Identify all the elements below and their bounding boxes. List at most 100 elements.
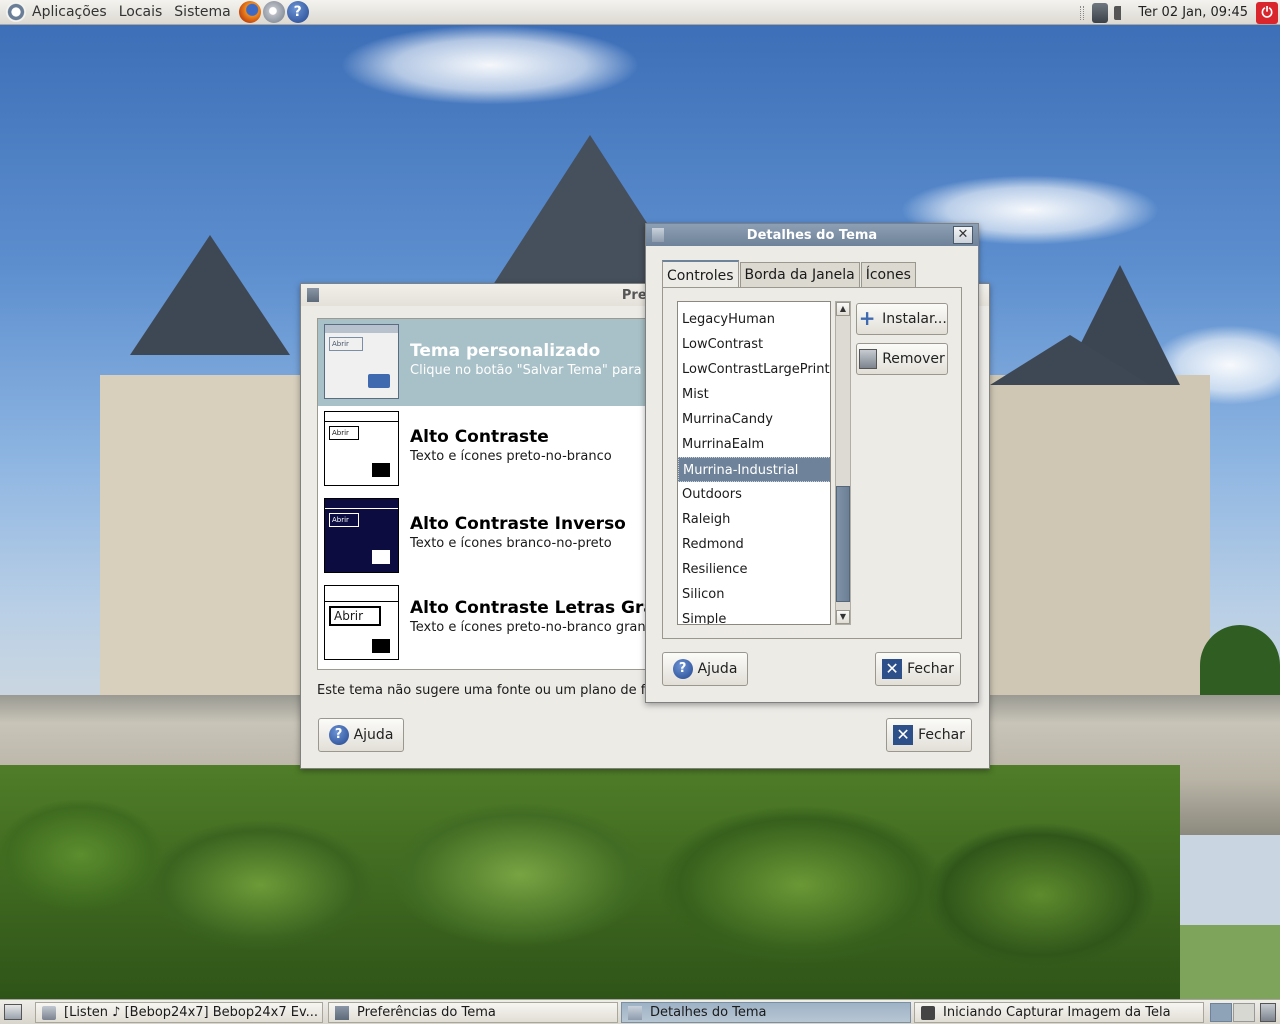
close-button-label: Fechar: [918, 727, 965, 743]
folder-icon: [368, 374, 390, 388]
list-item-selected[interactable]: Murrina-Industrial: [678, 457, 830, 482]
list-item[interactable]: Redmond: [678, 532, 830, 557]
list-item[interactable]: LowContrastLargePrint: [678, 357, 830, 382]
window-menu-icon[interactable]: [652, 228, 664, 242]
listen-icon: [42, 1005, 56, 1020]
top-panel: Aplicações Locais Sistema ? Ter 02 Jan, …: [0, 0, 1280, 25]
menu-sistema[interactable]: Sistema: [168, 0, 236, 25]
task-label: [Listen ♪ [Bebop24x7] Bebop24x7 Ev...: [64, 1005, 319, 1020]
list-item[interactable]: LowContrast: [678, 332, 830, 357]
workspace-1[interactable]: [1210, 1003, 1232, 1022]
help-button-label: Ajuda: [697, 661, 738, 677]
theme-name: Alto Contraste: [410, 427, 549, 447]
remove-button[interactable]: Remover: [856, 343, 948, 375]
remove-button-label: Remover: [882, 351, 945, 367]
folder-icon: [372, 550, 390, 564]
firefox-icon[interactable]: [238, 1, 261, 23]
theme-thumbnail: Abrir: [324, 585, 399, 660]
list-item[interactable]: LegacyHuman: [678, 307, 830, 332]
volume-icon[interactable]: [1114, 5, 1133, 20]
evolution-icon[interactable]: [262, 1, 285, 23]
task-capturar-imagem[interactable]: Iniciando Capturar Imagem da Tela: [914, 1002, 1204, 1023]
theme-description: Clique no botão "Salvar Tema" para s: [410, 363, 653, 378]
thumbnail-label: Abrir: [329, 606, 381, 626]
list-item[interactable]: Simple: [678, 607, 830, 624]
list-item[interactable]: Silicon: [678, 582, 830, 607]
theme-thumbnail: Abrir: [324, 498, 399, 573]
bottom-panel: [Listen ♪ [Bebop24x7] Bebop24x7 Ev... Pr…: [0, 999, 1280, 1024]
thumbnail-label: Abrir: [329, 337, 363, 351]
theme-row-alto-contraste-letras-grandes[interactable]: Abrir Alto Contraste Letras Gran Texto e…: [318, 580, 676, 667]
window-menu-icon[interactable]: [307, 288, 319, 302]
theme-row-alto-contraste[interactable]: Abrir Alto Contraste Texto e ícones pret…: [318, 406, 676, 493]
trash-icon: [859, 349, 878, 369]
list-item[interactable]: Raleigh: [678, 507, 830, 532]
trash-icon[interactable]: [1260, 1003, 1276, 1022]
theme-window-icon: [628, 1005, 642, 1020]
scroll-thumb[interactable]: [836, 486, 850, 602]
task-label: Detalhes do Tema: [650, 1005, 767, 1020]
task-label: Preferências do Tema: [357, 1005, 496, 1020]
power-icon[interactable]: ⏻: [1256, 1, 1278, 24]
thumbnail-label: Abrir: [329, 513, 359, 527]
help-icon[interactable]: ?: [286, 1, 309, 23]
task-detalhes-do-tema[interactable]: Detalhes do Tema: [621, 1002, 911, 1023]
task-label: Iniciando Capturar Imagem da Tela: [943, 1005, 1171, 1020]
close-icon: ✕: [882, 659, 903, 679]
help-icon: ?: [672, 659, 693, 679]
show-desktop-icon[interactable]: [4, 1004, 22, 1020]
tab-controles[interactable]: Controles: [662, 260, 739, 288]
theme-details-window: Detalhes do Tema ✕ Controles Borda da Ja…: [645, 223, 979, 703]
theme-description: Texto e ícones preto-no-branco: [410, 449, 612, 464]
ubuntu-logo-icon[interactable]: [6, 2, 26, 22]
help-button[interactable]: ? Ajuda: [318, 718, 404, 752]
menu-locais[interactable]: Locais: [113, 0, 169, 25]
theme-description: Texto e ícones preto-no-branco grand: [410, 620, 654, 635]
theme-thumbnail: Abrir: [324, 411, 399, 486]
close-button[interactable]: ✕ Fechar: [886, 718, 972, 752]
thumbnail-label: Abrir: [329, 426, 359, 440]
list-item[interactable]: MurrinaCandy: [678, 407, 830, 432]
menu-aplicacoes[interactable]: Aplicações: [26, 0, 113, 25]
theme-footer-text: Este tema não sugere uma fonte ou um pla…: [317, 683, 654, 698]
camera-icon: [921, 1005, 935, 1020]
task-listen[interactable]: [Listen ♪ [Bebop24x7] Bebop24x7 Ev...: [35, 1002, 323, 1023]
scroll-down-button[interactable]: ▼: [836, 610, 850, 624]
tab-borda-da-janela[interactable]: Borda da Janela: [739, 262, 860, 288]
list-item[interactable]: MurrinaEalm: [678, 432, 830, 457]
folder-icon: [372, 463, 390, 477]
clock[interactable]: Ter 02 Jan, 09:45: [1132, 5, 1254, 20]
details-help-button[interactable]: ? Ajuda: [662, 652, 748, 686]
theme-details-titlebar[interactable]: Detalhes do Tema ✕: [646, 224, 978, 246]
help-icon: ?: [328, 725, 349, 745]
tab-icones[interactable]: Ícones: [860, 262, 916, 288]
theme-name: Tema personalizado: [410, 341, 601, 361]
controls-theme-list[interactable]: LegacyHuman LowContrast LowContrastLarge…: [677, 301, 831, 625]
list-item[interactable]: Mist: [678, 382, 830, 407]
plus-icon: +: [858, 306, 876, 330]
theme-name: Alto Contraste Letras Gran: [410, 598, 667, 618]
task-preferencias-do-tema[interactable]: Preferências do Tema: [328, 1002, 618, 1023]
workspace-2[interactable]: [1233, 1003, 1255, 1022]
trash-icon[interactable]: [1092, 2, 1109, 23]
list-item[interactable]: Outdoors: [678, 482, 830, 507]
theme-thumbnail: Abrir: [324, 324, 399, 399]
install-button[interactable]: + Instalar...: [856, 303, 948, 335]
folder-icon: [372, 639, 390, 653]
list-scrollbar[interactable]: ▲ ▼: [835, 301, 851, 625]
tab-bar: Controles Borda da Janela Ícones: [662, 260, 917, 288]
details-close-button[interactable]: ✕ Fechar: [875, 652, 961, 686]
theme-row-personalizado[interactable]: Abrir Tema personalizado Clique no botão…: [318, 319, 676, 406]
theme-description: Texto e ícones branco-no-preto: [410, 536, 612, 551]
window-title: Detalhes do Tema: [746, 227, 878, 243]
theme-row-alto-contraste-inverso[interactable]: Abrir Alto Contraste Inverso Texto e íco…: [318, 493, 676, 580]
close-icon: ✕: [893, 725, 914, 745]
list-item[interactable]: Resilience: [678, 557, 830, 582]
theme-name: Alto Contraste Inverso: [410, 514, 626, 534]
scroll-up-button[interactable]: ▲: [836, 302, 850, 316]
close-button-label: Fechar: [907, 661, 954, 677]
window-close-button[interactable]: ✕: [953, 226, 973, 244]
install-button-label: Instalar...: [882, 311, 947, 327]
help-button-label: Ajuda: [353, 727, 394, 743]
theme-list[interactable]: Abrir Tema personalizado Clique no botão…: [317, 318, 677, 670]
